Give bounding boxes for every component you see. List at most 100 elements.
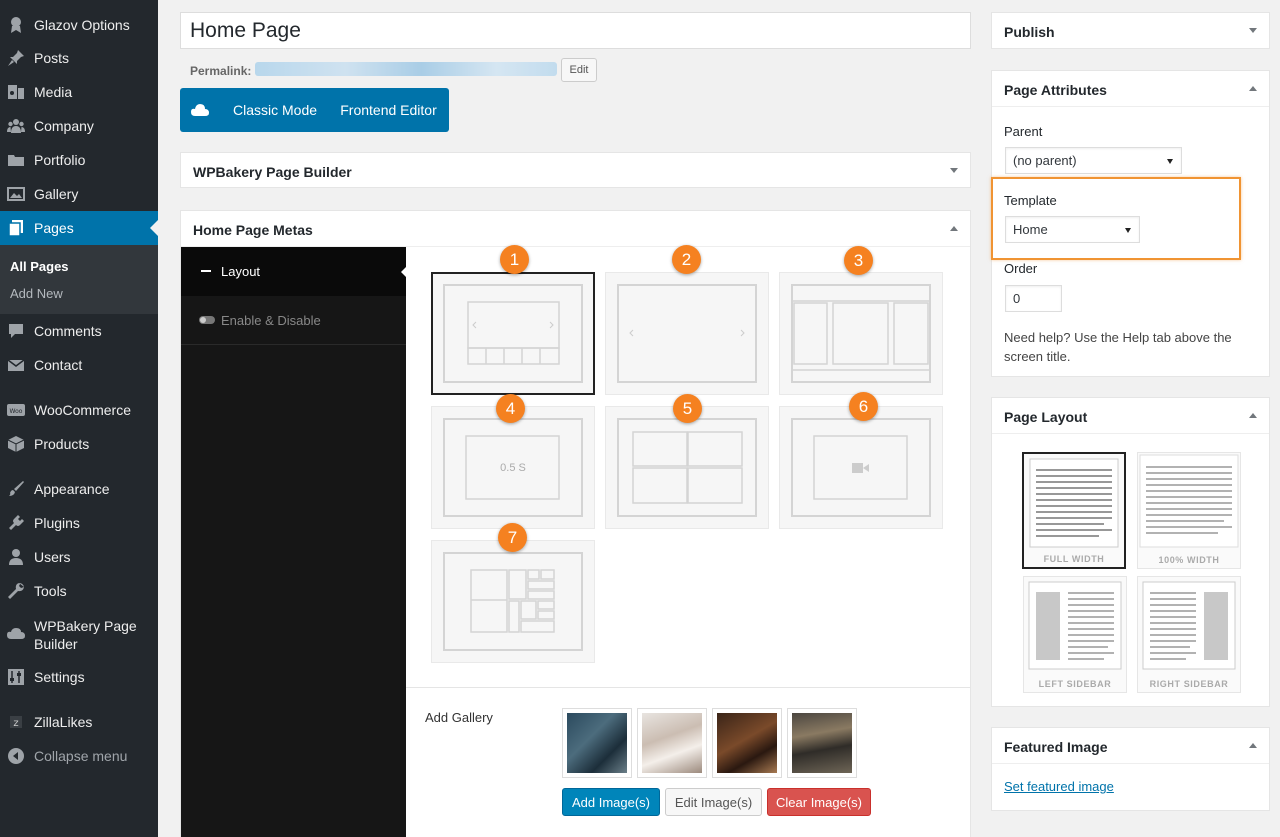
menu-label: Contact (34, 357, 83, 373)
pages-submenu: All Pages Add New (0, 245, 158, 314)
postbox-header[interactable]: Featured Image (992, 728, 1269, 764)
menu-item-comments[interactable]: Comments (0, 314, 158, 348)
menu-item-wpbakery[interactable]: WPBakery Page Builder (0, 615, 158, 655)
toggle-arrow-icon[interactable] (1249, 28, 1257, 33)
tab-label: Layout (221, 264, 261, 279)
comment-icon (7, 322, 25, 340)
frontend-editor-button[interactable]: Frontend Editor (328, 88, 449, 132)
menu-item-portfolio[interactable]: Portfolio (0, 143, 158, 177)
layout-number-badge: 3 (844, 246, 873, 275)
page-layout-100-width[interactable]: 100% WIDTH (1137, 452, 1241, 569)
postbox-header[interactable]: Page Layout (992, 398, 1269, 434)
layout-number-badge: 2 (672, 245, 701, 274)
postbox-title: Publish (1004, 24, 1055, 40)
page-layout-left-sidebar[interactable]: LEFT SIDEBAR (1023, 576, 1127, 693)
menu-item-company[interactable]: Company (0, 109, 158, 143)
menu-item-pages[interactable]: Pages (0, 211, 158, 245)
menu-item-media[interactable]: Media (0, 75, 158, 109)
menu-label: Pages (34, 220, 74, 236)
gallery-thumbnail[interactable] (562, 708, 632, 778)
layout-option-3[interactable] (779, 272, 943, 395)
layout-option-7[interactable] (431, 540, 595, 663)
postbox-header[interactable]: Publish (992, 13, 1269, 49)
menu-item-woocommerce[interactable]: Woo WooCommerce (0, 393, 158, 427)
gallery-thumbnail[interactable] (787, 708, 857, 778)
menu-item-appearance[interactable]: Appearance (0, 472, 158, 506)
pin-icon (7, 49, 25, 67)
layout-option-1[interactable] (431, 272, 595, 395)
order-label: Order (1004, 261, 1038, 276)
wpbakery-postbox: WPBakery Page Builder (180, 152, 971, 188)
menu-item-contact[interactable]: Contact (0, 348, 158, 382)
wrench-icon (7, 582, 25, 600)
menu-item-tools[interactable]: Tools (0, 574, 158, 608)
layout-option-4[interactable]: 0.5 S (431, 406, 595, 529)
woo-icon: Woo (7, 401, 25, 419)
menu-item-products[interactable]: Products (0, 427, 158, 461)
menu-item-plugins[interactable]: Plugins (0, 506, 158, 540)
cloud-icon (7, 625, 25, 643)
submenu-add-new[interactable]: Add New (10, 286, 63, 301)
page-title-input[interactable]: Home Page (180, 12, 971, 49)
collapse-arrow-icon (7, 747, 25, 765)
toggle-arrow-icon[interactable] (1249, 413, 1257, 418)
menu-label: Comments (34, 323, 102, 339)
add-images-button[interactable]: Add Image(s) (562, 788, 660, 816)
gallery-thumbnail[interactable] (712, 708, 782, 778)
layout-caption: RIGHT SIDEBAR (1149, 679, 1229, 689)
gallery-thumbnail[interactable] (637, 708, 707, 778)
collapse-menu-button[interactable]: Collapse menu (0, 739, 158, 773)
menu-label: WPBakery Page Builder (34, 618, 137, 652)
layout-option-2[interactable] (605, 272, 769, 395)
wpbakery-logo-icon (191, 102, 209, 118)
layout-number-badge: 1 (500, 245, 529, 274)
toggle-arrow-icon[interactable] (950, 168, 958, 173)
order-input[interactable]: 0 (1005, 285, 1062, 312)
toggle-arrow-icon[interactable] (1249, 86, 1257, 91)
menu-label: Settings (34, 669, 85, 685)
clear-images-button[interactable]: Clear Image(s) (767, 788, 871, 816)
postbox-header[interactable]: Home Page Metas (181, 211, 970, 247)
media-icon (7, 83, 25, 101)
menu-label: Users (34, 549, 71, 565)
menu-label: Plugins (34, 515, 80, 531)
zillalikes-icon: z (7, 713, 25, 731)
menu-item-glazov-options[interactable]: Glazov Options (0, 8, 158, 42)
parent-select[interactable]: (no parent) (1005, 147, 1182, 174)
gallery-icon (7, 185, 25, 203)
page-layout-right-sidebar[interactable]: RIGHT SIDEBAR (1137, 576, 1241, 693)
menu-label: Portfolio (34, 152, 86, 168)
tab-layout[interactable]: Layout (181, 247, 406, 296)
menu-item-users[interactable]: Users (0, 540, 158, 574)
menu-item-gallery[interactable]: Gallery (0, 177, 158, 211)
admin-sidebar: Glazov Options Posts Media Company Portf… (0, 0, 158, 837)
postbox-header[interactable]: WPBakery Page Builder (181, 153, 970, 189)
layout-tile-caption: 0.5 S (500, 462, 526, 474)
menu-item-posts[interactable]: Posts (0, 41, 158, 75)
tab-enable-disable[interactable]: Enable & Disable (181, 296, 406, 345)
menu-label: Collapse menu (34, 748, 128, 764)
metas-tab-list: Layout Enable & Disable (181, 247, 406, 837)
page-layout-full-width[interactable]: FULL WIDTH (1022, 452, 1126, 569)
layout-option-6[interactable] (779, 406, 943, 529)
plug-icon (7, 514, 25, 532)
page-layout-postbox: Page Layout FULL WIDTH 100% WIDTH LEFT S… (991, 397, 1270, 707)
parent-label: Parent (1004, 124, 1043, 139)
postbox-title: Page Layout (1004, 409, 1088, 425)
toggle-switch-icon (199, 316, 215, 324)
classic-mode-button[interactable]: Classic Mode (222, 88, 328, 132)
toggle-arrow-icon[interactable] (1249, 743, 1257, 748)
publish-postbox: Publish (991, 12, 1270, 49)
permalink-edit-button[interactable]: Edit (561, 58, 597, 82)
menu-item-settings[interactable]: Settings (0, 660, 158, 694)
permalink-url-blurred[interactable] (255, 62, 557, 76)
layout-option-5[interactable] (605, 406, 769, 529)
toggle-arrow-icon[interactable] (950, 226, 958, 231)
menu-item-zillalikes[interactable]: z ZillaLikes (0, 705, 158, 739)
postbox-header[interactable]: Page Attributes (992, 71, 1269, 107)
submenu-all-pages[interactable]: All Pages (10, 259, 69, 274)
gallery-section: Add Gallery Add Image(s) Edit Image(s) C… (406, 687, 971, 837)
edit-images-button[interactable]: Edit Image(s) (665, 788, 762, 816)
groups-icon (7, 117, 25, 135)
set-featured-image-link[interactable]: Set featured image (1004, 779, 1114, 794)
